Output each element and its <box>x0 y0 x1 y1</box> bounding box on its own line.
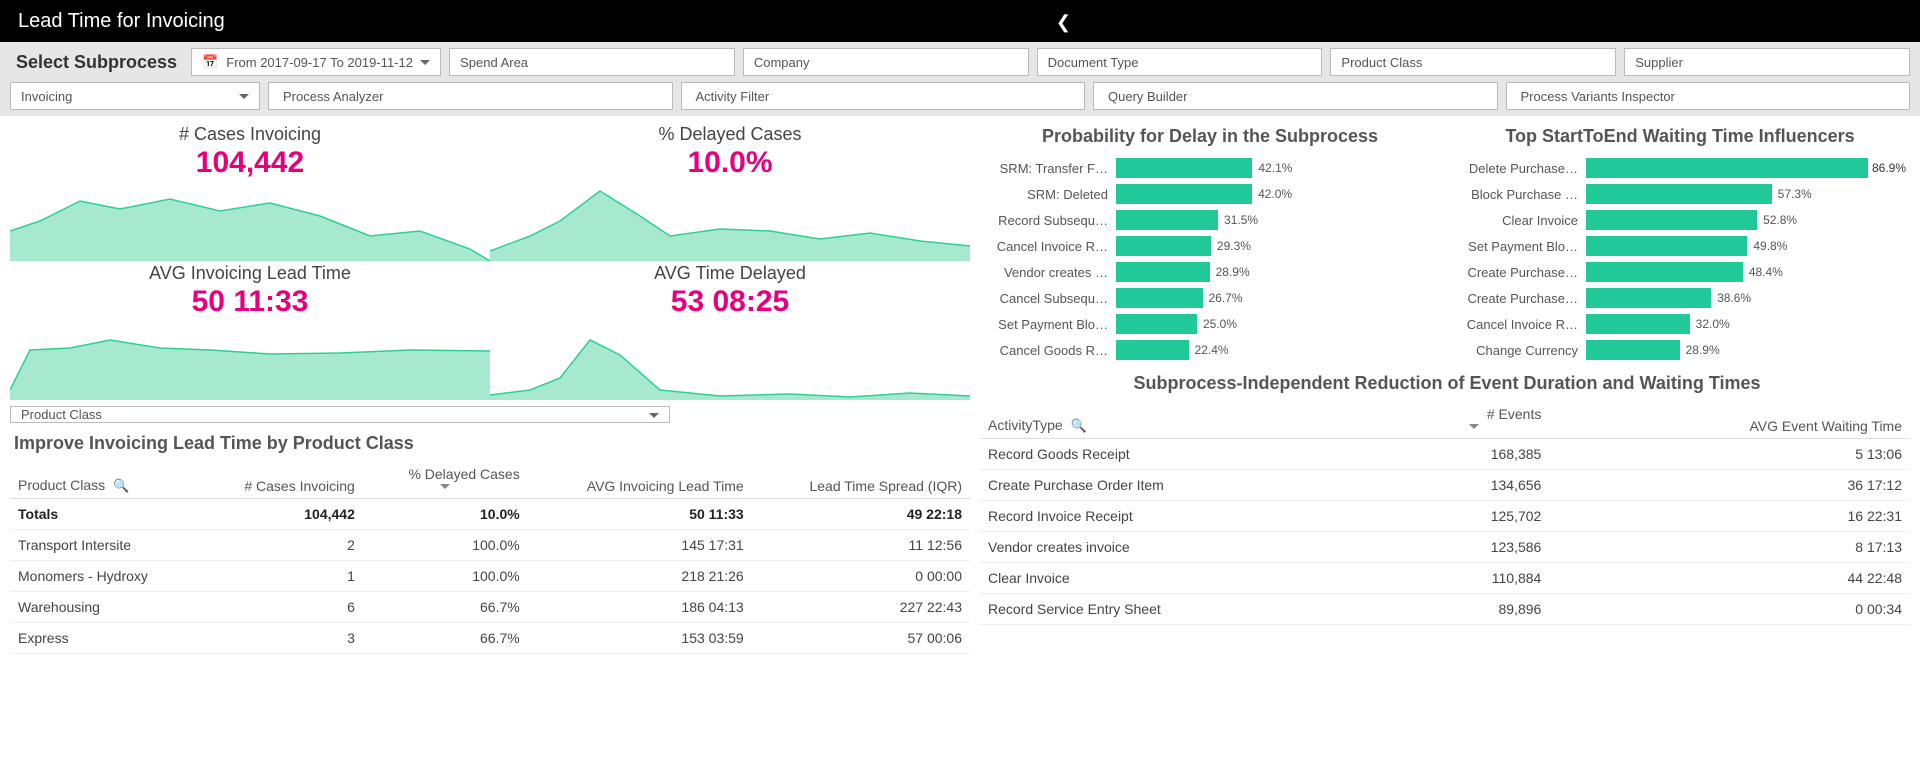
bar-label: Block Purchase … <box>1450 187 1578 202</box>
table-row[interactable]: Record Goods Receipt168,3855 13:06 <box>980 439 1910 470</box>
bar-label: Change Currency <box>1450 343 1578 358</box>
process-analyzer-button[interactable]: Process Analyzer <box>268 82 673 110</box>
query-builder-button[interactable]: Query Builder <box>1093 82 1498 110</box>
table-row-totals: Totals104,44210.0%50 11:3349 22:18 <box>10 499 970 530</box>
bar-label: Clear Invoice <box>1450 213 1578 228</box>
search-icon[interactable]: 🔍 <box>113 478 129 493</box>
bar-label: SRM: Transfer F… <box>980 161 1108 176</box>
spark-avglead <box>10 320 490 400</box>
calendar-icon: 📅 <box>202 54 218 70</box>
bar-label: Set Payment Blo… <box>980 317 1108 332</box>
table-row[interactable]: Vendor creates invoice123,5868 17:13 <box>980 532 1910 563</box>
kpi-cases[interactable]: # Cases Invoicing 104,442 <box>10 122 490 261</box>
spark-avgdelay <box>490 320 970 400</box>
chevron-down-icon <box>420 60 430 70</box>
bar-label: Cancel Invoice R… <box>1450 317 1578 332</box>
spark-cases <box>10 181 490 261</box>
bar-row[interactable]: Cancel Invoice R…32.0% <box>1450 311 1910 337</box>
table-row[interactable]: Record Invoice Receipt125,70216 22:31 <box>980 501 1910 532</box>
kpi-delayed-pct[interactable]: % Delayed Cases 10.0% <box>490 122 970 261</box>
table-row[interactable]: Express366.7%153 03:5957 00:06 <box>10 623 970 654</box>
date-range-picker[interactable]: 📅 From 2017-09-17 To 2019-11-12 <box>191 48 441 76</box>
product-class-table: Product Class🔍 # Cases Invoicing % Delay… <box>10 460 970 654</box>
table-row[interactable]: Monomers - Hydroxy1100.0%218 21:260 00:0… <box>10 561 970 592</box>
bar-label: Create Purchase… <box>1450 265 1578 280</box>
product-class-dimension-select[interactable]: Product Class <box>10 406 670 423</box>
company-filter[interactable]: Company <box>743 48 1029 76</box>
pvi-button[interactable]: Process Variants Inspector <box>1506 82 1911 110</box>
col-delayed-pct[interactable]: % Delayed Cases <box>363 460 528 499</box>
activity-filter-button[interactable]: Activity Filter <box>681 82 1086 110</box>
bar-label: Vendor creates … <box>980 265 1108 280</box>
bar-label: Cancel Subsequ… <box>980 291 1108 306</box>
bar-row[interactable]: Cancel Invoice R…29.3% <box>980 233 1440 259</box>
table-row[interactable]: Clear Invoice110,88444 22:48 <box>980 563 1910 594</box>
chevron-down-icon <box>239 94 249 104</box>
bar-label: Record Subsequ… <box>980 213 1108 228</box>
bar-row[interactable]: Create Purchase…48.4% <box>1450 259 1910 285</box>
bar-row[interactable]: Set Payment Blo…25.0% <box>980 311 1440 337</box>
spark-delayed <box>490 181 970 261</box>
col-cases[interactable]: # Cases Invoicing <box>199 460 363 499</box>
bar-row[interactable]: Clear Invoice52.8% <box>1450 207 1910 233</box>
bar-row[interactable]: Record Subsequ…31.5% <box>980 207 1440 233</box>
select-subprocess-label: Select Subprocess <box>10 52 183 73</box>
bar-row[interactable]: SRM: Transfer F…42.1% <box>980 155 1440 181</box>
subprocess-select[interactable]: Invoicing <box>10 82 260 110</box>
bar-row[interactable]: Delete Purchase…86.9% <box>1450 155 1910 181</box>
col-product-class[interactable]: Product Class🔍 <box>10 460 199 499</box>
supplier-filter[interactable]: Supplier <box>1624 48 1910 76</box>
col-iqr[interactable]: Lead Time Spread (IQR) <box>752 460 970 499</box>
bar-label: Set Payment Blo… <box>1450 239 1578 254</box>
nav-bar: Invoicing Process Analyzer Activity Filt… <box>0 82 1920 116</box>
prev-button[interactable]: ❮ <box>1056 12 1071 33</box>
kpi-avg-delay[interactable]: AVG Time Delayed 53 08:25 <box>490 261 970 400</box>
document-type-filter[interactable]: Document Type <box>1037 48 1323 76</box>
activity-table: ActivityType🔍 # Events AVG Event Waiting… <box>980 400 1910 625</box>
kpi-grid: # Cases Invoicing 104,442 % Delayed Case… <box>10 122 970 400</box>
col-avg-wait[interactable]: AVG Event Waiting Time <box>1549 400 1910 439</box>
bar-label: SRM: Deleted <box>980 187 1108 202</box>
table-row[interactable]: Transport Intersite2100.0%145 17:3111 12… <box>10 530 970 561</box>
sort-desc-icon <box>1469 424 1479 434</box>
bar-label: Create Purchase… <box>1450 291 1578 306</box>
product-class-filter[interactable]: Product Class <box>1330 48 1616 76</box>
bar-row[interactable]: Set Payment Blo…49.8% <box>1450 233 1910 259</box>
page-title: Lead Time for Invoicing <box>18 10 225 33</box>
bar-label: Cancel Goods R… <box>980 343 1108 358</box>
bar-row[interactable]: Block Purchase …57.3% <box>1450 181 1910 207</box>
bar-row[interactable]: Change Currency28.9% <box>1450 337 1910 363</box>
top-bar: Lead Time for Invoicing mpmX ❮ ❯ <box>0 0 1920 42</box>
prob-delay-chart: Probability for Delay in the Subprocess … <box>980 122 1440 363</box>
bar-row[interactable]: Create Purchase…38.6% <box>1450 285 1910 311</box>
spend-area-filter[interactable]: Spend Area <box>449 48 735 76</box>
col-activity[interactable]: ActivityType🔍 <box>980 400 1399 439</box>
bar-label: Cancel Invoice R… <box>980 239 1108 254</box>
col-avg-lead[interactable]: AVG Invoicing Lead Time <box>528 460 752 499</box>
filter-bar: Select Subprocess 📅 From 2017-09-17 To 2… <box>0 42 1920 82</box>
chevron-down-icon <box>649 413 659 423</box>
table-row[interactable]: Record Service Entry Sheet89,8960 00:34 <box>980 594 1910 625</box>
sort-desc-icon <box>440 484 450 494</box>
left-table-title: Improve Invoicing Lead Time by Product C… <box>10 423 970 460</box>
col-events[interactable]: # Events <box>1399 400 1550 439</box>
bar-row[interactable]: SRM: Deleted42.0% <box>980 181 1440 207</box>
kpi-avg-lead[interactable]: AVG Invoicing Lead Time 50 11:33 <box>10 261 490 400</box>
date-range-value: From 2017-09-17 To 2019-11-12 <box>226 55 413 70</box>
bar-row[interactable]: Cancel Goods R…22.4% <box>980 337 1440 363</box>
bar-row[interactable]: Cancel Subsequ…26.7% <box>980 285 1440 311</box>
table-row[interactable]: Warehousing666.7%186 04:13227 22:43 <box>10 592 970 623</box>
table-row[interactable]: Create Purchase Order Item134,65636 17:1… <box>980 470 1910 501</box>
right-table-title: Subprocess-Independent Reduction of Even… <box>980 363 1910 400</box>
search-icon[interactable]: 🔍 <box>1071 418 1087 433</box>
bar-row[interactable]: Vendor creates …28.9% <box>980 259 1440 285</box>
influencers-chart: Top StartToEnd Waiting Time Influencers … <box>1450 122 1910 363</box>
bar-label: Delete Purchase… <box>1450 161 1578 176</box>
